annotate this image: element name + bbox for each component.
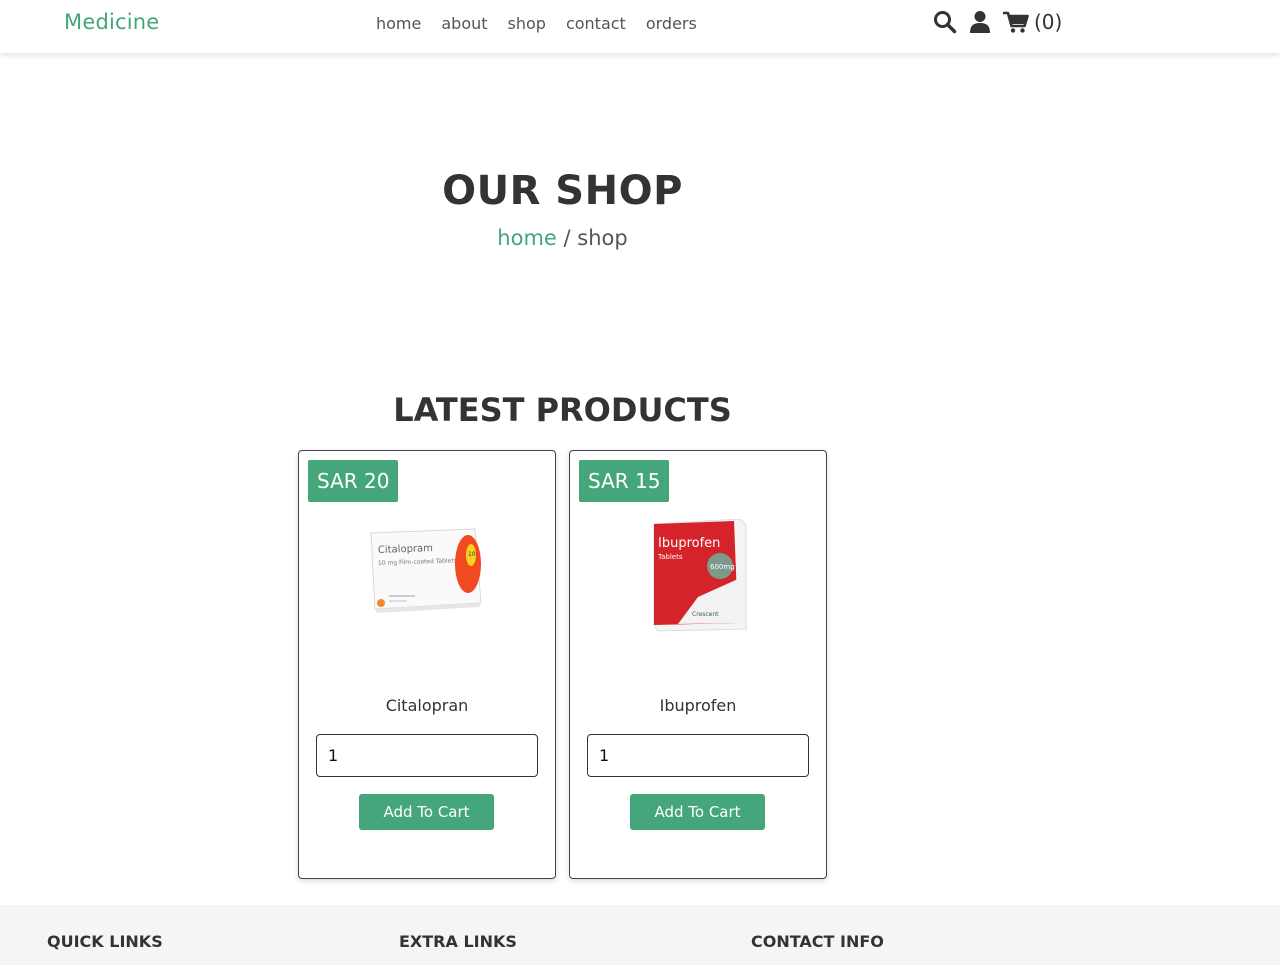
nav-about[interactable]: about <box>441 14 487 33</box>
nav-contact[interactable]: contact <box>566 14 626 33</box>
box-text-name: Ibuprofen <box>658 536 720 551</box>
section-title: LATEST PRODUCTS <box>393 391 732 429</box>
product-name: Ibuprofen <box>659 696 737 715</box>
page-title: OUR SHOP <box>442 168 683 214</box>
add-to-cart-button[interactable]: Add To Cart <box>359 794 494 830</box>
box-text-dose: 600mg <box>710 563 735 571</box>
add-to-cart-button[interactable]: Add To Cart <box>630 794 765 830</box>
footer-heading-quick-links: QUICK LINKS <box>47 932 163 951</box>
product-image: Ibuprofen Tablets 600mg Crescent <box>638 518 758 643</box>
product-card: SAR 20 Citalopram 10 mg Film-coated Tabl… <box>298 450 556 879</box>
site-footer: QUICK LINKS EXTRA LINKS CONTACT INFO <box>0 905 1280 965</box>
breadcrumb-home-link[interactable]: home <box>497 226 557 250</box>
cart-button[interactable]: (0) <box>1003 10 1062 34</box>
main-nav: home about shop contact orders <box>376 14 697 33</box>
user-icon[interactable] <box>969 10 991 34</box>
breadcrumb-current: shop <box>577 226 628 250</box>
price-badge: SAR 15 <box>579 460 670 502</box>
quantity-input[interactable] <box>587 734 809 777</box>
quantity-input[interactable] <box>316 734 538 777</box>
nav-home[interactable]: home <box>376 14 421 33</box>
product-card: SAR 15 Ibuprofen Tablets 600mg Crescent … <box>569 450 827 879</box>
cart-count: (0) <box>1034 10 1063 34</box>
site-header: Medicine home about shop contact orders <box>0 0 1280 53</box>
product-name: Citalopran <box>385 696 469 715</box>
footer-heading-extra-links: EXTRA LINKS <box>399 932 517 951</box>
box-text-dose: 10 <box>468 551 476 558</box>
box-text-brand: Crescent <box>692 611 719 618</box>
product-image: Citalopram 10 mg Film-coated Tablets 10 <box>367 519 487 633</box>
search-icon[interactable] <box>933 10 957 34</box>
logo-link[interactable]: Medicine <box>64 10 159 34</box>
nav-shop[interactable]: shop <box>508 14 546 33</box>
price-badge: SAR 20 <box>308 460 399 502</box>
breadcrumb-separator: / <box>563 226 571 250</box>
breadcrumb: home / shop <box>0 226 1125 250</box>
box-text-name: Citalopram <box>378 543 433 556</box>
box-text-form: Tablets <box>657 553 683 561</box>
nav-orders[interactable]: orders <box>646 14 697 33</box>
header-icons: (0) <box>933 10 1062 34</box>
cart-icon <box>1003 10 1029 34</box>
footer-heading-contact-info: CONTACT INFO <box>751 932 884 951</box>
